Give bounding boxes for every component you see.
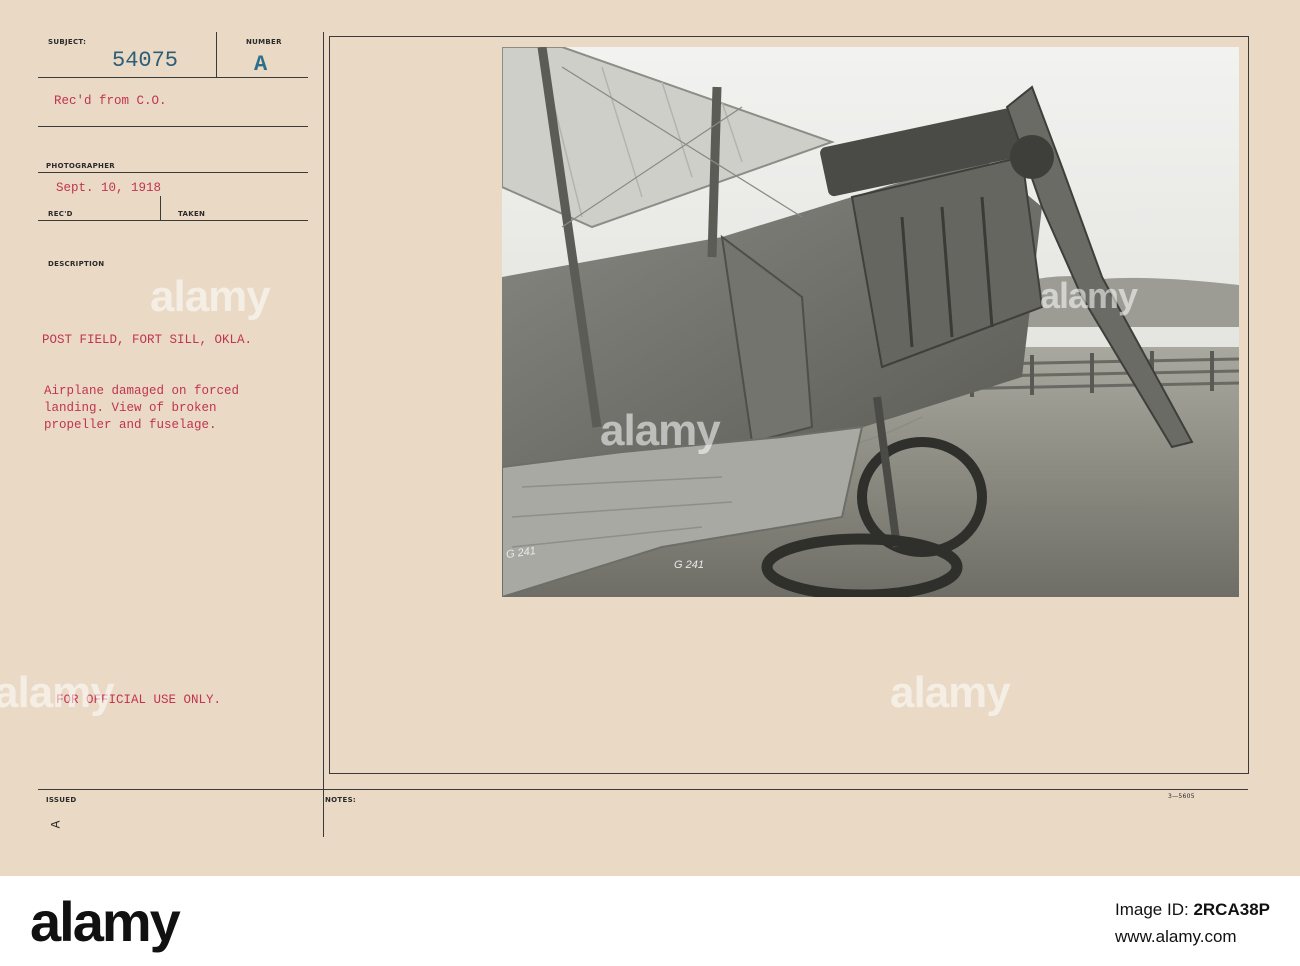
photo-date: Sept. 10, 1918 — [56, 181, 162, 195]
form-rule — [38, 789, 1248, 790]
form-rule — [38, 77, 308, 78]
form-rule — [38, 172, 308, 173]
description-line: landing. View of broken — [44, 401, 217, 415]
alamy-logo: alamy — [30, 889, 181, 953]
number-label: NUMBER — [246, 38, 282, 46]
taken-label: TAKEN — [178, 210, 206, 218]
form-rule — [38, 126, 308, 127]
watermark: alamy — [0, 668, 115, 717]
watermark: alamy — [890, 668, 1011, 717]
number-letter: A — [254, 52, 268, 77]
issued-mark: A — [48, 820, 64, 829]
description-label: DESCRIPTION — [48, 260, 105, 268]
stock-footer: alamy Image ID: 2RCA38P www.alamy.com — [0, 876, 1300, 966]
description-line: Airplane damaged on forced — [44, 384, 240, 398]
form-divider — [216, 32, 217, 78]
image-id: 2RCA38P — [1193, 900, 1270, 919]
subject-label: SUBJECT: — [48, 38, 87, 46]
negative-marking: G 241 — [674, 559, 704, 571]
archive-record-card: SUBJECT: NUMBER PHOTOGRAPHER REC'D TAKEN… — [0, 0, 1300, 876]
notes-label: NOTES: — [325, 796, 357, 804]
photographer-label: PHOTOGRAPHER — [46, 162, 115, 170]
airplane-photograph: G 241 G 241 — [502, 47, 1239, 597]
recd-label: REC'D — [48, 210, 73, 218]
damaged-airplane-illustration — [502, 47, 1239, 597]
form-divider — [323, 32, 324, 837]
image-id-label: Image ID: — [1115, 900, 1189, 919]
location: POST FIELD, FORT SILL, OKLA. — [42, 333, 253, 347]
image-info: Image ID: 2RCA38P www.alamy.com — [1115, 896, 1270, 950]
watermark: alamy — [150, 272, 271, 321]
subject-number: 54075 — [112, 48, 179, 73]
description-line: propeller and fuselage. — [44, 418, 217, 432]
form-divider — [160, 196, 161, 220]
watermark: alamy — [600, 406, 721, 455]
form-rule — [38, 220, 308, 221]
watermark: alamy — [1040, 275, 1138, 316]
received-from: Rec'd from C.O. — [54, 94, 167, 108]
issued-label: ISSUED — [46, 796, 77, 804]
form-code: 3—5605 — [1168, 793, 1195, 800]
site-url[interactable]: www.alamy.com — [1115, 923, 1270, 950]
